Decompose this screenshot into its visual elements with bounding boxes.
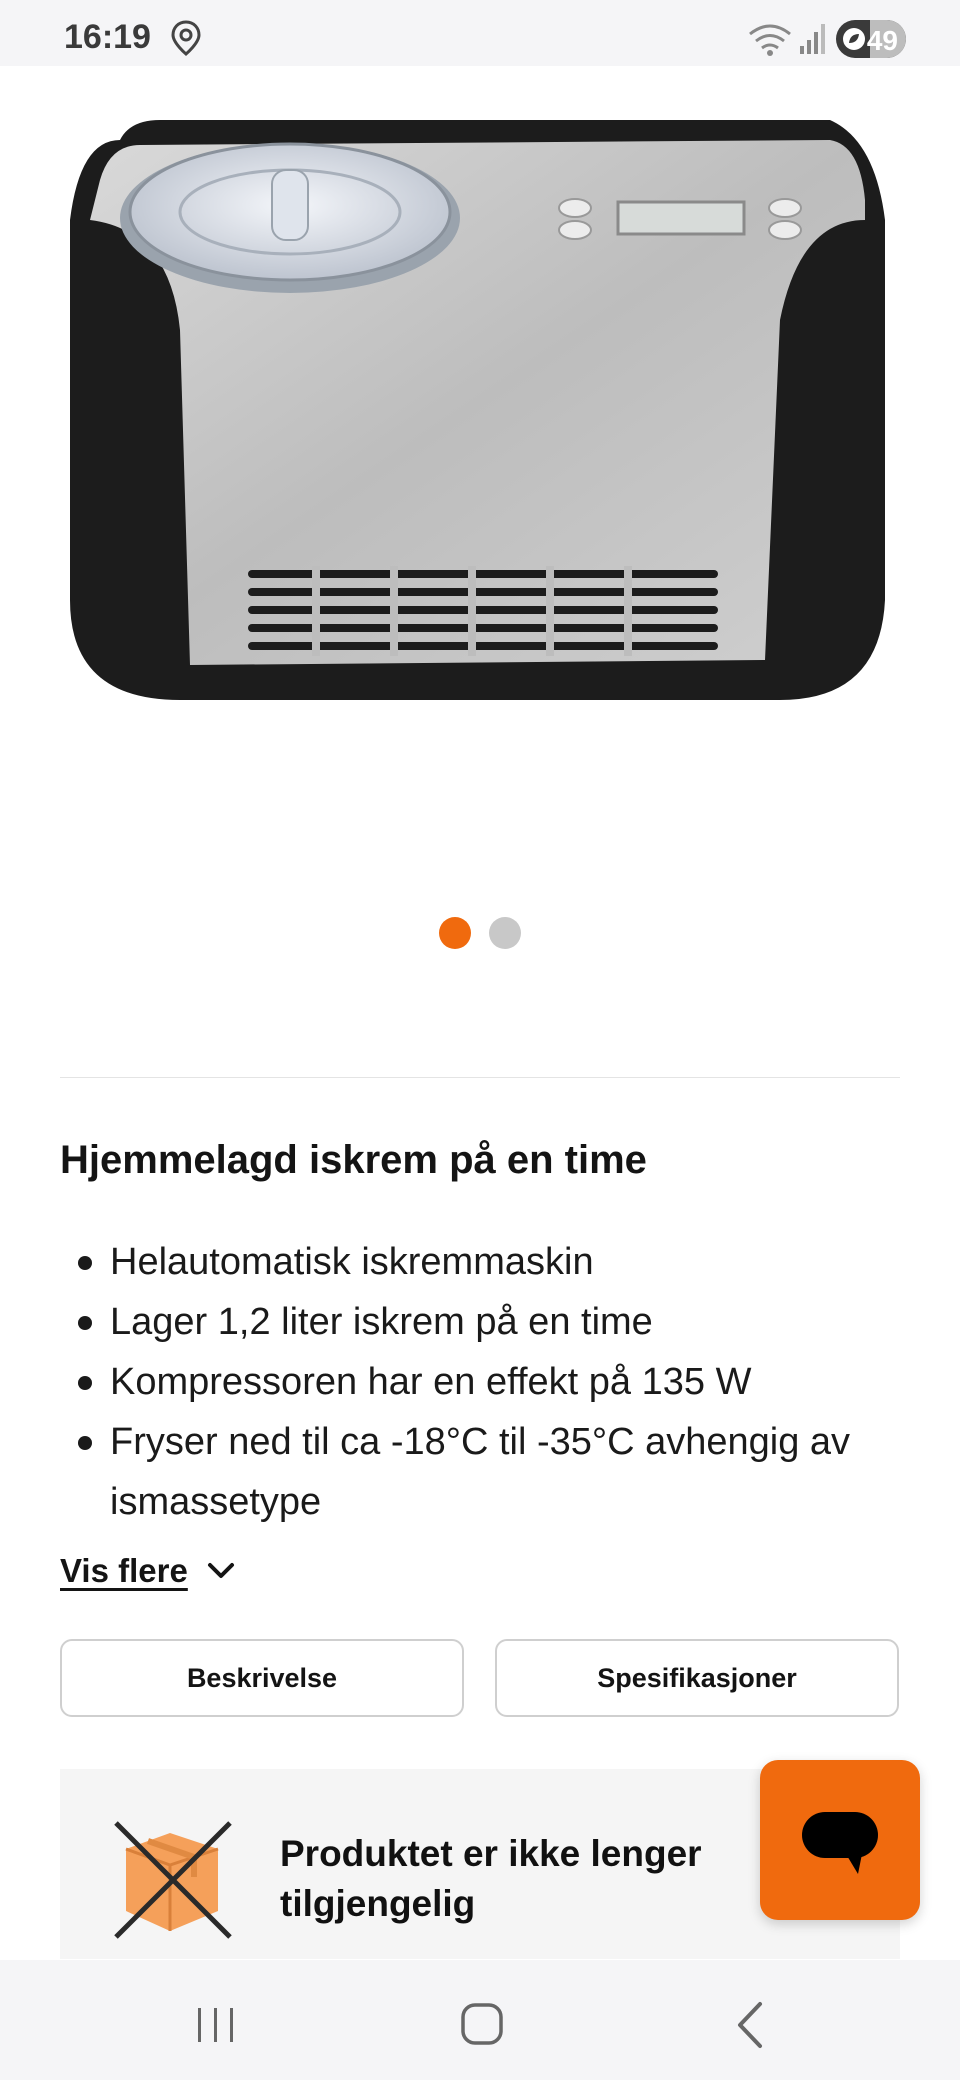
battery-saver-icon [843, 28, 865, 50]
home-icon[interactable] [460, 2002, 504, 2046]
carousel-dot-2[interactable] [489, 917, 521, 949]
chat-icon [802, 1812, 878, 1874]
specifications-button[interactable]: Spesifikasjoner [495, 1639, 899, 1717]
chat-button[interactable] [760, 1760, 920, 1920]
status-bar: 16:19 49 [0, 0, 960, 66]
wifi-icon [749, 24, 791, 56]
chevron-down-icon [207, 1563, 234, 1578]
unavailable-message: Produktet er ikke lenger tilgjengelig [280, 1833, 702, 1924]
recent-apps-icon[interactable] [194, 2004, 238, 2044]
back-icon[interactable] [730, 2000, 770, 2050]
status-time: 16:19 [64, 18, 151, 56]
carousel-dot-1[interactable] [439, 917, 471, 949]
feature-item: Kompressoren har en effekt på 135 W [60, 1352, 920, 1412]
feature-item: Fryser ned til ca -18°C til -35°C avheng… [60, 1412, 920, 1532]
battery-text: 49 [866, 25, 898, 56]
show-more-button[interactable]: Vis flere [60, 1552, 236, 1590]
unavailable-box-icon [114, 1821, 232, 1939]
feature-list: Helautomatisk iskremmaskin Lager 1,2 lit… [60, 1232, 920, 1532]
signal-icon [800, 24, 825, 54]
specifications-label: Spesifikasjoner [597, 1662, 797, 1693]
feature-item: Helautomatisk iskremmaskin [60, 1232, 920, 1292]
battery-indicator: 49 [836, 20, 906, 58]
show-more-label: Vis flere [60, 1552, 188, 1589]
feature-item: Lager 1,2 liter iskrem på en time [60, 1292, 920, 1352]
product-heading: Hjemmelagd iskrem på en time [60, 1138, 647, 1182]
product-image[interactable] [60, 100, 900, 720]
description-button[interactable]: Beskrivelse [60, 1639, 464, 1717]
description-label: Beskrivelse [186, 1662, 338, 1693]
system-nav-bar [0, 1960, 960, 2080]
location-icon [171, 20, 201, 56]
divider [60, 1077, 900, 1078]
